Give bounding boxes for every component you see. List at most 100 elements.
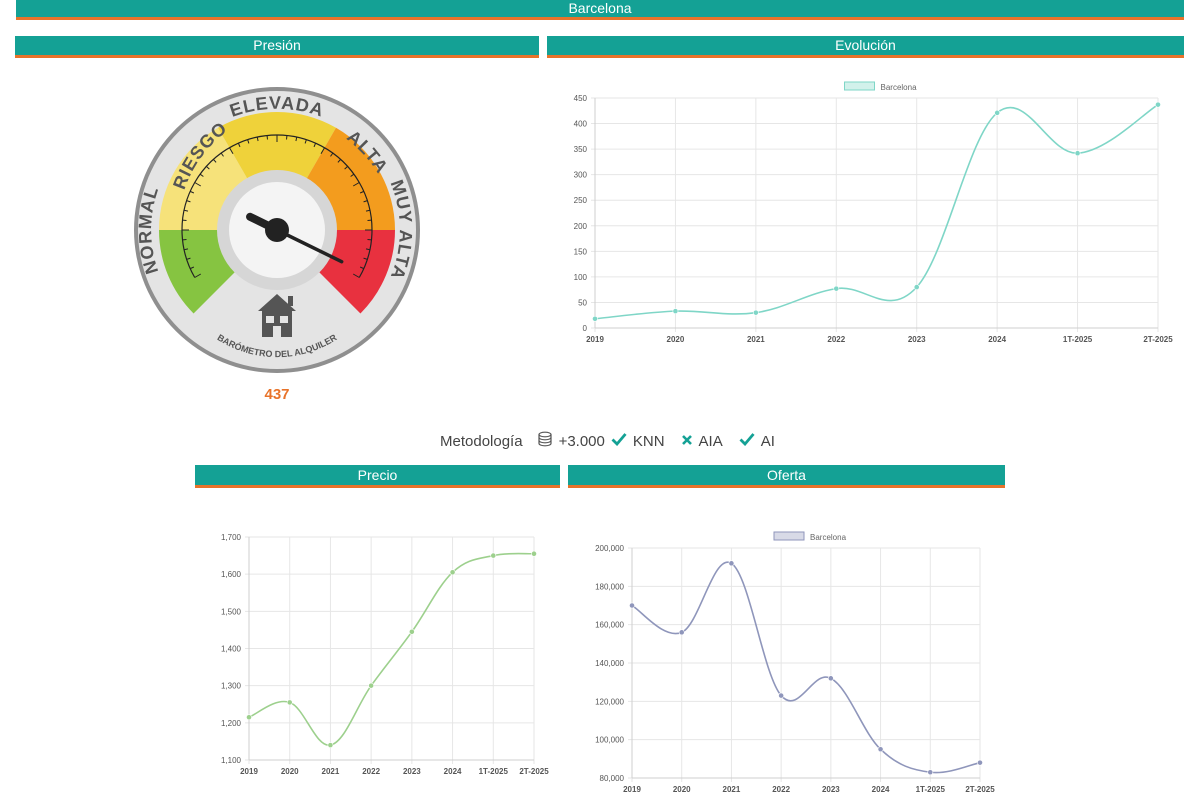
precio-series-line (248, 552, 535, 746)
precio-ytick-label: 1,700 (221, 533, 242, 542)
evolucion-ytick-label: 300 (574, 171, 588, 180)
cross-icon (681, 433, 693, 450)
evolucion-data-point[interactable] (672, 308, 679, 315)
database-icon (537, 431, 553, 451)
oferta-series-line (631, 561, 981, 774)
oferta-xtick-label: 2020 (673, 785, 691, 794)
precio-ytick-label: 1,100 (221, 756, 242, 765)
evolucion-ytick-label: 450 (574, 94, 588, 103)
city-title-bar: Barcelona (16, 0, 1184, 20)
evolucion-xtick-label: 2024 (988, 335, 1006, 344)
methodology-item-aia: AIA (698, 432, 723, 450)
presion-header: Presión (15, 36, 539, 58)
precio-xtick-label: 2022 (362, 767, 380, 776)
oferta-ytick-label: 180,000 (595, 582, 624, 591)
evolucion-data-point[interactable] (592, 315, 598, 322)
oferta-ytick-label: 160,000 (595, 621, 624, 630)
oferta-header: Oferta (568, 465, 1005, 488)
evolucion-xtick-label: 2019 (586, 335, 604, 344)
precio-ytick-label: 1,400 (221, 645, 242, 654)
precio-data-point[interactable] (246, 714, 252, 721)
rent-barometer-gauge: NORMAL RIESGO ELEVADA ALTA MUY ALTA BARÓ… (134, 87, 420, 373)
evolucion-ytick-label: 150 (574, 247, 588, 256)
oferta-ytick-label: 120,000 (595, 697, 624, 706)
evolucion-data-point[interactable] (833, 285, 840, 292)
evolucion-xtick-label: 2T-2025 (1143, 335, 1173, 344)
precio-title: Precio (357, 467, 398, 483)
evolucion-ytick-label: 250 (574, 196, 588, 205)
oferta-data-point[interactable] (728, 560, 735, 567)
precio-xtick-label: 2021 (322, 767, 340, 776)
oferta-data-point[interactable] (827, 675, 834, 682)
evolucion-legend-label: Barcelona (881, 83, 918, 92)
precio-grid (245, 536, 535, 764)
precio-header: Precio (195, 465, 560, 488)
evolucion-xtick-label: 2023 (908, 335, 926, 344)
oferta-legend-swatch (773, 531, 805, 541)
oferta-xtick-label: 2023 (822, 785, 840, 794)
methodology-item-sample: +3.000 (558, 432, 605, 450)
oferta-grid (628, 547, 981, 782)
check-icon (611, 432, 627, 450)
precio-ytick-label: 1,600 (221, 570, 242, 579)
oferta-ytick-label: 100,000 (595, 736, 624, 745)
evolucion-chart: 0 50 100 150 200 250 300 350 400 450 2019 2020 2021 2… (574, 81, 1173, 344)
evolucion-legend[interactable]: Barcelona (844, 81, 918, 92)
precio-xtick-label: 2019 (240, 767, 258, 776)
evolucion-ytick-label: 0 (583, 324, 588, 333)
oferta-data-point[interactable] (629, 602, 635, 609)
oferta-data-point[interactable] (927, 769, 934, 776)
oferta-data-point[interactable] (678, 629, 685, 636)
evolucion-data-point[interactable] (752, 309, 759, 316)
oferta-legend-label: Barcelona (810, 533, 847, 542)
oferta-xtick-label: 2024 (872, 785, 890, 794)
precio-data-point[interactable] (531, 550, 537, 557)
oferta-data-point[interactable] (877, 746, 884, 753)
oferta-xtick-label: 2021 (723, 785, 741, 794)
precio-data-point[interactable] (449, 569, 456, 576)
oferta-title: Oferta (767, 467, 806, 483)
evolucion-xtick-label: 1T-2025 (1063, 335, 1093, 344)
evolucion-data-point[interactable] (913, 284, 920, 291)
evolucion-data-point[interactable] (1074, 150, 1081, 157)
evolucion-xtick-label: 2021 (747, 335, 765, 344)
precio-ytick-label: 1,300 (221, 682, 242, 691)
precio-xtick-label: 2T-2025 (519, 767, 549, 776)
evolucion-title: Evolución (835, 37, 896, 53)
methodology-item-knn: KNN (632, 432, 665, 450)
oferta-legend[interactable]: Barcelona (773, 531, 847, 542)
evolucion-xtick-label: 2020 (667, 335, 685, 344)
city-title: Barcelona (568, 0, 632, 16)
precio-data-point[interactable] (368, 682, 375, 689)
precio-data-point[interactable] (408, 628, 415, 635)
gauge-needle-hub (265, 218, 289, 242)
oferta-ytick-label: 140,000 (595, 659, 624, 668)
precio-data-point[interactable] (286, 699, 293, 706)
evolucion-ytick-label: 200 (574, 222, 588, 231)
evolucion-data-point[interactable] (1155, 101, 1161, 108)
evolucion-ytick-label: 100 (574, 273, 588, 282)
oferta-xtick-label: 2T-2025 (965, 785, 995, 794)
precio-xtick-label: 2020 (281, 767, 299, 776)
evolucion-ytick-label: 50 (578, 298, 587, 307)
precio-chart: 1,100 1,200 1,300 1,400 1,500 1,600 1,700 2019 2… (221, 533, 549, 776)
oferta-xtick-label: 2022 (772, 785, 790, 794)
precio-data-point[interactable] (490, 552, 497, 559)
methodology-row: Metodología +3.000 KNN AIA AI (440, 430, 775, 452)
oferta-chart: 80,000 100,000 120,000 140,000 160,000 180,00… (595, 531, 995, 794)
precio-xtick-label: 1T-2025 (479, 767, 509, 776)
oferta-ytick-label: 80,000 (600, 774, 625, 783)
oferta-data-point[interactable] (977, 759, 983, 766)
precio-data-point[interactable] (327, 742, 334, 749)
evolucion-data-point[interactable] (994, 109, 1001, 116)
oferta-data-point[interactable] (778, 692, 785, 699)
check-icon (739, 432, 755, 450)
evolucion-legend-swatch (844, 81, 875, 91)
gauge-value: 437 (264, 386, 290, 403)
evolucion-header: Evolución (547, 36, 1184, 58)
oferta-xtick-label: 2019 (623, 785, 641, 794)
methodology-label: Metodología (440, 432, 523, 450)
presion-title: Presión (253, 37, 301, 53)
evolucion-xtick-label: 2022 (827, 335, 845, 344)
evolucion-ytick-label: 350 (574, 145, 588, 154)
